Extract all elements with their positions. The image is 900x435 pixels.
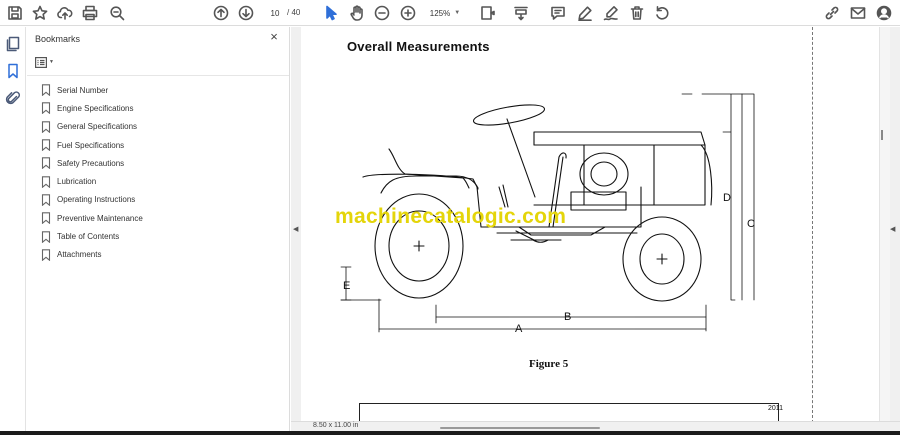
highlight-pen-icon[interactable] [575, 3, 595, 23]
bookmark-label: Engine Specifications [57, 103, 134, 113]
table-cell: 2011 [768, 405, 784, 412]
bookmark-icon [41, 139, 51, 152]
email-icon[interactable] [848, 3, 868, 23]
close-icon[interactable]: × [267, 30, 281, 44]
page-size: 8.50 x 11.00 in [313, 422, 359, 429]
figure-caption: Figure 5 [529, 358, 569, 370]
share-link-icon[interactable] [822, 3, 842, 23]
zoom-select[interactable]: 125% ▼ [425, 4, 465, 22]
zoom-search-icon[interactable] [107, 3, 127, 23]
list-options-icon [35, 56, 47, 68]
bookmark-label: Safety Precautions [57, 158, 125, 168]
save-icon[interactable] [5, 3, 25, 23]
table-outline: 2011 [359, 403, 783, 423]
bookmark-label: Lubrication [57, 177, 97, 187]
print-icon[interactable] [80, 3, 100, 23]
account-icon[interactable] [874, 3, 894, 23]
zoom-out-icon[interactable] [372, 3, 392, 23]
page-total: / 40 [287, 8, 301, 17]
bookmark-item-lubrication[interactable]: Lubrication [41, 172, 143, 190]
bookmark-item-attachments[interactable]: Attachments [41, 246, 143, 264]
bookmark-item-serial-number[interactable]: Serial Number [41, 81, 143, 99]
dimension-label-d: D [723, 192, 731, 204]
bookmark-icon [41, 102, 51, 115]
vertical-scrollbar[interactable] [879, 27, 890, 423]
bookmark-icon [41, 120, 51, 133]
upload-icon[interactable] [55, 3, 75, 23]
prev-page-icon[interactable] [211, 3, 231, 23]
dimension-label-a: A [515, 323, 523, 335]
bookmark-icon [41, 194, 51, 206]
zoom-in-icon[interactable] [398, 3, 418, 23]
dimension-label-c: C [747, 218, 755, 230]
panel-title: Bookmarks [35, 34, 81, 44]
attachments-icon[interactable] [5, 90, 21, 106]
rotate-icon[interactable] [652, 3, 672, 23]
bookmark-icon [41, 175, 51, 188]
collapse-right-panel-icon[interactable]: ◀ [890, 225, 895, 233]
page-number-input[interactable] [265, 5, 285, 21]
bookmarks-panel: Bookmarks × ▼ Serial Number Engine Speci… [27, 27, 290, 431]
chevron-down-icon: ▼ [454, 10, 461, 16]
dimension-label-b: B [564, 311, 571, 323]
scroll-mode-icon[interactable] [511, 3, 531, 23]
page-edge-guide [812, 27, 813, 423]
scrollbar-thumb[interactable] [881, 130, 883, 140]
horizontal-scrollbar[interactable] [440, 427, 600, 429]
bookmark-item-general-specifications[interactable]: General Specifications [41, 118, 143, 136]
pages-icon[interactable] [5, 36, 21, 52]
chevron-down-icon: ▼ [49, 59, 54, 65]
bookmark-icon [41, 84, 51, 97]
collapse-left-panel-icon[interactable]: ◀ [293, 225, 298, 233]
toolbar: / 40 125%▼ [0, 0, 900, 26]
bookmark-list: Serial Number Engine Specifications Gene… [41, 81, 143, 264]
taskbar-edge [0, 431, 900, 435]
bookmark-icon [41, 212, 51, 225]
status-bar [291, 421, 900, 431]
bookmark-label: General Specifications [57, 122, 138, 132]
select-cursor-icon[interactable] [321, 3, 341, 23]
watermark: machinecatalogic.com [335, 205, 567, 228]
bookmark-icon [41, 249, 51, 261]
bookmark-item-preventive-maintenance[interactable]: Preventive Maintenance [41, 209, 143, 227]
bookmark-label: Preventive Maintenance [57, 213, 143, 223]
bookmark-label: Table of Contents [57, 232, 120, 242]
delete-icon[interactable] [627, 3, 647, 23]
bookmark-item-operating-instructions[interactable]: Operating Instructions [41, 191, 143, 209]
bookmarks-icon[interactable] [5, 63, 21, 79]
bookmark-item-fuel-specifications[interactable]: Fuel Specifications [41, 136, 143, 154]
dimension-label-e: E [343, 280, 350, 292]
fit-page-icon[interactable] [477, 3, 497, 23]
bookmark-item-table-of-contents[interactable]: Table of Contents [41, 227, 143, 245]
bookmark-label: Fuel Specifications [57, 140, 125, 150]
bookmark-icon [41, 157, 51, 170]
bookmark-star-icon[interactable] [30, 3, 50, 23]
fill-sign-icon[interactable] [601, 3, 621, 23]
bookmark-item-engine-specifications[interactable]: Engine Specifications [41, 99, 143, 117]
pdf-page: Overall Measurements A B C D E machineca… [301, 27, 879, 423]
bookmark-item-safety-precautions[interactable]: Safety Precautions [41, 154, 143, 172]
bookmark-label: Attachments [57, 250, 102, 260]
bookmark-options-button[interactable]: ▼ [35, 55, 57, 69]
bookmark-label: Serial Number [57, 85, 109, 95]
zoom-value: 125% [429, 8, 451, 18]
comment-icon[interactable] [548, 3, 568, 23]
hand-icon[interactable] [347, 3, 367, 23]
left-rail [0, 27, 26, 431]
divider [27, 75, 289, 76]
next-page-icon[interactable] [236, 3, 256, 23]
bookmark-icon [41, 230, 51, 243]
bookmark-label: Operating Instructions [57, 195, 136, 205]
